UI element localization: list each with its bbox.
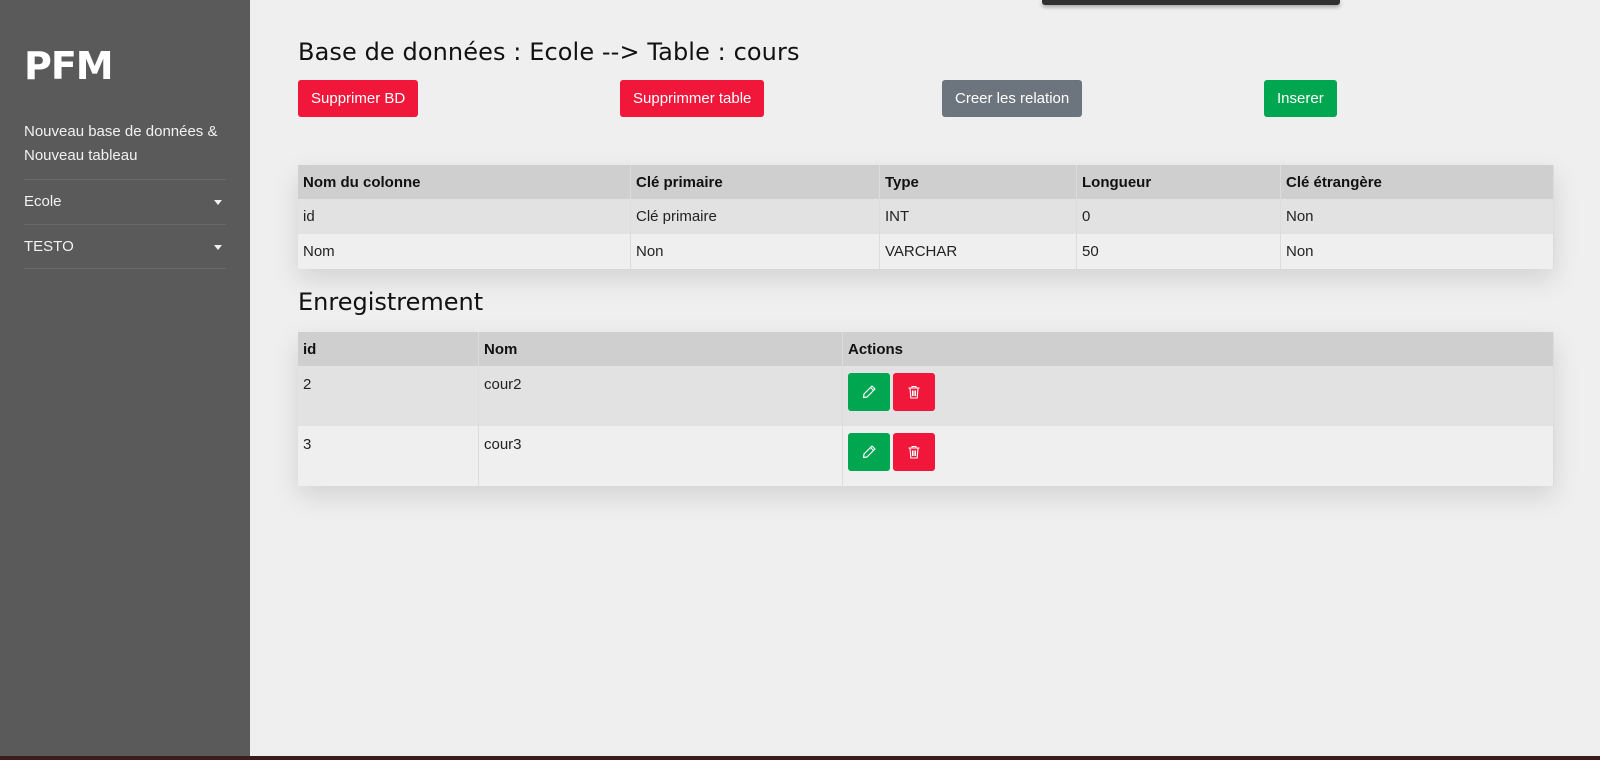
sidebar: PFM Nouveau base de données & Nouveau ta…: [0, 0, 250, 756]
table-row: 2 cour2: [298, 366, 1554, 426]
columns-table: Nom du colonne Clé primaire Type Longueu…: [298, 165, 1554, 269]
column-header: Nom: [478, 332, 843, 366]
records-table: id Nom Actions 2 cour2 3 cour3: [298, 332, 1554, 486]
sidebar-divider: [24, 268, 226, 269]
table-cell: Non: [1280, 234, 1554, 269]
table-cell: VARCHAR: [879, 234, 1077, 269]
column-header: Type: [879, 165, 1077, 199]
new-database-link[interactable]: Nouveau base de données & Nouveau tablea…: [24, 120, 224, 168]
table-cell: Non: [1280, 199, 1554, 234]
delete-button[interactable]: [893, 373, 935, 411]
table-cell: 3: [298, 426, 479, 486]
sidebar-item-testo[interactable]: TESTO: [24, 224, 226, 268]
caret-down-icon: [214, 245, 222, 250]
edit-button[interactable]: [848, 373, 890, 411]
taskbar-strip: [0, 756, 1600, 760]
table-row: 3 cour3: [298, 426, 1554, 486]
table-cell: cour2: [478, 366, 843, 426]
pencil-icon: [862, 385, 876, 399]
table-cell: Non: [630, 234, 880, 269]
table-cell: 50: [1076, 234, 1281, 269]
table-cell: id: [298, 199, 631, 234]
table-cell: Clé primaire: [630, 199, 880, 234]
delete-button[interactable]: [893, 433, 935, 471]
table-header-row: Nom du colonne Clé primaire Type Longueu…: [298, 165, 1554, 199]
dropdown-panel-edge: [1042, 0, 1340, 5]
table-cell: Nom: [298, 234, 631, 269]
sidebar-item-label: Ecole: [24, 193, 62, 210]
insert-button[interactable]: Inserer: [1264, 80, 1337, 117]
records-section-title: Enregistrement: [298, 288, 484, 316]
actions-cell: [842, 426, 1554, 486]
page-title: Base de données : Ecole --> Table : cour…: [298, 38, 800, 66]
column-header: Longueur: [1076, 165, 1281, 199]
create-relation-button[interactable]: Creer les relation: [942, 80, 1083, 117]
table-header-row: id Nom Actions: [298, 332, 1554, 366]
sidebar-item-ecole[interactable]: Ecole: [24, 179, 226, 223]
trash-icon: [908, 445, 920, 459]
delete-table-button[interactable]: Supprimmer table: [620, 80, 765, 117]
trash-icon: [908, 385, 920, 399]
table-row: Nom Non VARCHAR 50 Non: [298, 234, 1554, 269]
table-cell: 0: [1076, 199, 1281, 234]
edit-button[interactable]: [848, 433, 890, 471]
pencil-icon: [862, 445, 876, 459]
column-header: id: [298, 332, 479, 366]
caret-down-icon: [214, 200, 222, 205]
delete-database-button[interactable]: Supprimer BD: [298, 80, 419, 117]
table-cell: INT: [879, 199, 1077, 234]
column-header: Clé étrangère: [1280, 165, 1554, 199]
column-header: Actions: [842, 332, 1554, 366]
sidebar-item-label: TESTO: [24, 238, 74, 255]
app-logo: PFM: [24, 44, 114, 88]
table-row: id Clé primaire INT 0 Non: [298, 199, 1554, 234]
column-header: Clé primaire: [630, 165, 880, 199]
actions-cell: [842, 366, 1554, 426]
column-header: Nom du colonne: [298, 165, 631, 199]
table-cell: 2: [298, 366, 479, 426]
table-cell: cour3: [478, 426, 843, 486]
